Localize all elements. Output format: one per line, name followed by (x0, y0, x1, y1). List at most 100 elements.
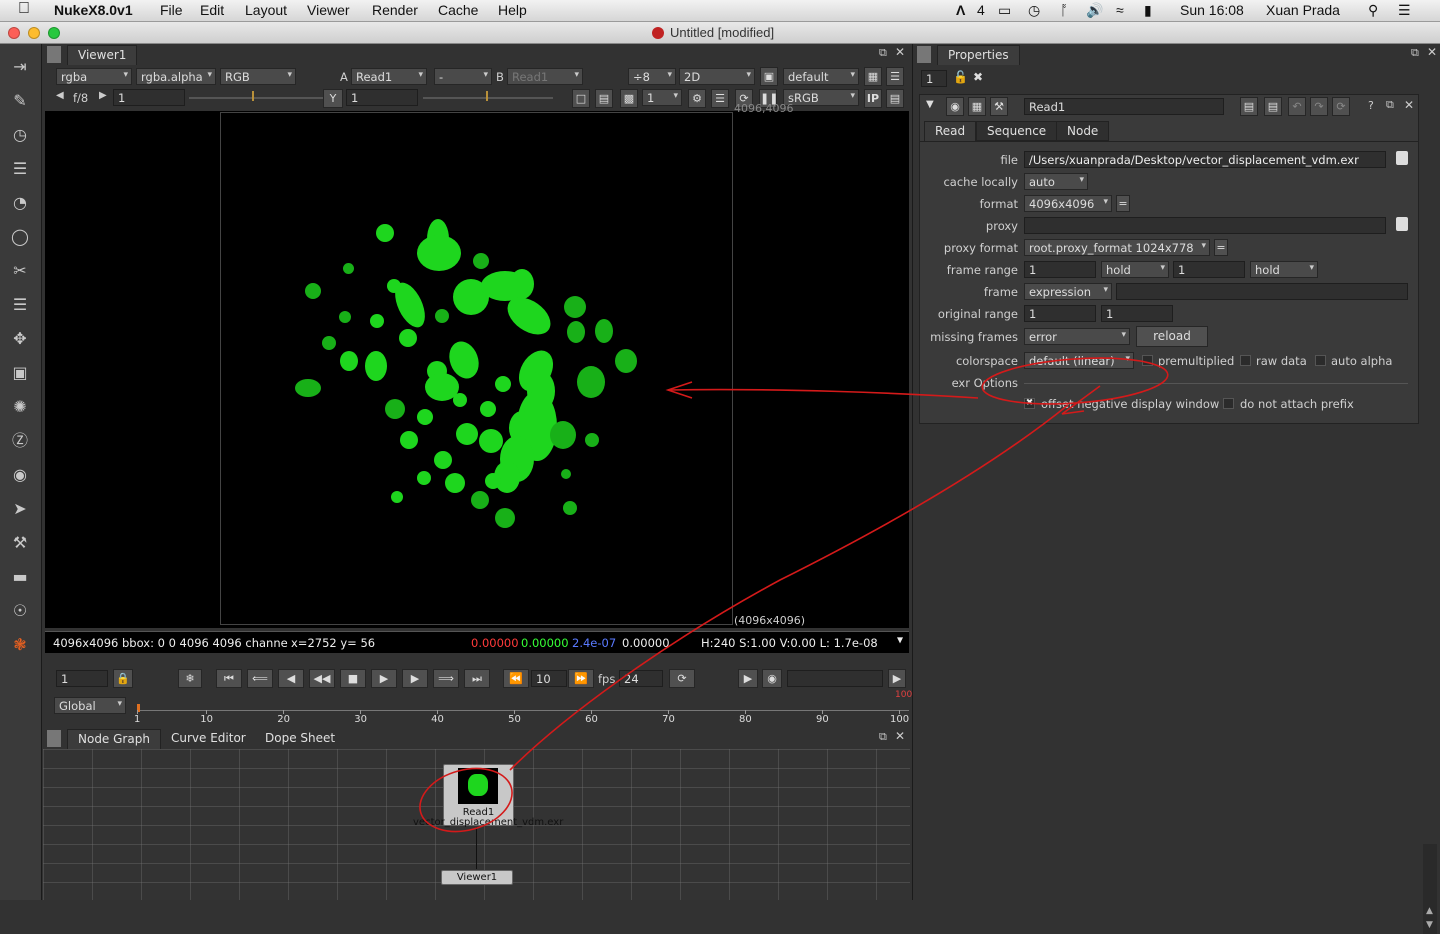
toolbar-time-icon[interactable]: ◷ (9, 124, 31, 146)
tab-curve-editor[interactable]: Curve Editor (161, 729, 256, 749)
prev-keyframe-icon[interactable]: ⟸ (247, 669, 273, 688)
node-edit-icon[interactable]: ▤ (1240, 97, 1258, 116)
skip-back-icon[interactable]: ⏪ (503, 669, 529, 688)
toolbar-keyer-icon[interactable]: ✂ (9, 260, 31, 282)
channels-select[interactable]: rgba (56, 68, 132, 85)
range-end-field[interactable]: 1 (1173, 261, 1245, 278)
downrez-select[interactable]: ÷8 (628, 68, 676, 85)
last-frame-icon[interactable]: ⏭ (464, 669, 490, 688)
roi-icon[interactable]: ▦ (864, 67, 882, 86)
toolbar-metadata-icon[interactable]: ➤ (9, 498, 31, 520)
zoom-window-button[interactable] (48, 27, 60, 39)
lock-viewer-icon[interactable]: ▣ (760, 67, 778, 86)
original-start-field[interactable]: 1 (1024, 305, 1096, 322)
toolbar-channel-icon[interactable]: ☰ (9, 158, 31, 180)
node-help-icon[interactable]: ? (1368, 99, 1374, 112)
toolbar-other-icon[interactable]: ⚒ (9, 532, 31, 554)
flipbook-icon[interactable]: ▶ (738, 669, 758, 688)
menu-cache[interactable]: Cache (438, 2, 478, 18)
menu-help[interactable]: Help (498, 2, 527, 18)
display-channels-select[interactable]: RGB (220, 68, 296, 85)
toolbar-views-icon[interactable]: ◉ (9, 464, 31, 486)
toolbar-furnace-icon[interactable]: ▬ (9, 566, 31, 588)
time-machine-icon[interactable]: ◷ (1028, 2, 1040, 19)
tab-sequence[interactable]: Sequence (976, 121, 1058, 141)
playback-snowflake-icon[interactable]: ❄ (178, 669, 202, 688)
range-mode-select[interactable]: Global (54, 697, 126, 714)
tab-node[interactable]: Node (1056, 121, 1110, 141)
redo-icon[interactable]: ↷ (1310, 97, 1328, 116)
node-center-icon[interactable]: ◉ (946, 97, 964, 116)
spotlight-icon[interactable]: ⚲ (1368, 2, 1378, 19)
toolbar-particles-icon[interactable]: ✺ (9, 396, 31, 418)
viewer-colorspace-select[interactable]: sRGB (783, 89, 859, 106)
timeline-ruler[interactable]: 100 1 10 20 30 40 50 60 70 80 90 100 (134, 690, 912, 726)
alpha-channel-select[interactable]: rgba.alpha (136, 68, 216, 85)
file-browse-icon[interactable] (1396, 151, 1408, 165)
loop-mode-icon[interactable]: ⟳ (669, 669, 695, 688)
toolbar-filter-icon[interactable]: ◯ (9, 226, 31, 248)
no-prefix-checkbox[interactable] (1223, 398, 1234, 409)
first-frame-icon[interactable]: ⏮ (216, 669, 242, 688)
format-edit-button[interactable]: = (1116, 195, 1130, 212)
tab-viewer1[interactable]: Viewer1 (67, 45, 138, 65)
toolbar-color-icon[interactable]: ◔ (9, 192, 31, 214)
toolbar-merge-icon[interactable]: ☰ (9, 294, 31, 316)
max-panels-field[interactable]: 1 (921, 70, 947, 87)
nodegraph-menu-handle[interactable] (47, 730, 61, 747)
colorspace-select[interactable]: default (linear) (1024, 352, 1134, 369)
node-graph-canvas[interactable]: Read1 vector_displacement_vdm.exr Viewer… (43, 749, 910, 900)
menu-viewer[interactable]: Viewer (307, 2, 350, 18)
close-window-button[interactable] (8, 27, 20, 39)
zoom-fit-icon[interactable]: □ (572, 89, 590, 108)
revert-icon[interactable]: ⟳ (1332, 97, 1350, 116)
fstop-down-icon[interactable]: ◀ (56, 90, 64, 106)
gamma-slider[interactable] (423, 97, 553, 99)
properties-menu-handle[interactable] (917, 46, 931, 63)
volume-icon[interactable]: 🔊 (1086, 2, 1103, 19)
node-float-icon[interactable]: ⧉ (1386, 98, 1394, 112)
menu-layout[interactable]: Layout (245, 2, 287, 18)
current-frame-field[interactable]: 1 (56, 670, 108, 687)
node-color2-icon[interactable]: ▤ (1264, 97, 1282, 116)
undo-icon[interactable]: ↶ (1288, 97, 1306, 116)
adobe-icon[interactable]: Λ (956, 2, 965, 18)
nodegraph-float-icon[interactable]: ⧉ (879, 730, 887, 744)
minimize-window-button[interactable] (28, 27, 40, 39)
lock-properties-icon[interactable]: 🔓 (953, 70, 968, 84)
play-forward-icon[interactable]: ▶ (371, 669, 397, 688)
missing-frames-select[interactable]: error (1024, 328, 1130, 345)
lut-select[interactable]: default (783, 68, 859, 85)
app-menu[interactable]: NukeX8.0v1 (54, 2, 133, 18)
range-start-field[interactable]: 1 (1024, 261, 1096, 278)
b-input-select[interactable]: Read1 (507, 68, 583, 85)
skip-increment-field[interactable]: 10 (531, 670, 567, 687)
nodegraph-close-icon[interactable]: ✕ (895, 729, 905, 743)
offset-negative-checkbox[interactable]: ✖ (1024, 398, 1035, 409)
menu-edit[interactable]: Edit (200, 2, 224, 18)
hatch-icon[interactable]: ▤ (886, 89, 904, 108)
proxy-icon[interactable]: ▩ (620, 89, 638, 108)
properties-close-icon[interactable]: ✕ (1427, 45, 1437, 59)
notifications-icon[interactable]: ☰ (1398, 2, 1411, 19)
gain-field[interactable]: 1 (113, 89, 185, 106)
toolbar-deep-icon[interactable]: Ⓩ (9, 430, 31, 452)
region-icon[interactable]: ▤ (595, 89, 613, 108)
gain-slider-handle[interactable] (252, 91, 254, 101)
tab-node-graph[interactable]: Node Graph (67, 729, 161, 749)
frame-mode-select[interactable]: expression (1024, 283, 1112, 300)
float-panel-icon[interactable]: ⧉ (879, 46, 887, 60)
proxy-format-edit-button[interactable]: = (1214, 239, 1228, 256)
cache-locally-select[interactable]: auto (1024, 173, 1088, 190)
collapse-node-icon[interactable]: ▼ (926, 99, 934, 110)
node-close-icon[interactable]: ✕ (1404, 98, 1414, 112)
before-mode-select[interactable]: hold (1101, 261, 1169, 278)
toolbar-draw-icon[interactable]: ✎ (9, 90, 31, 112)
node-help-tool-icon[interactable]: ⚒ (990, 97, 1008, 116)
original-end-field[interactable]: 1 (1101, 305, 1173, 322)
panel-menu-handle[interactable] (47, 46, 61, 63)
scroll-up-icon[interactable]: ▲ (1426, 906, 1433, 916)
a-input-select[interactable]: Read1 (351, 68, 427, 85)
apple-icon[interactable]:  (18, 0, 30, 18)
view-mode-select[interactable]: 2D (679, 68, 755, 85)
